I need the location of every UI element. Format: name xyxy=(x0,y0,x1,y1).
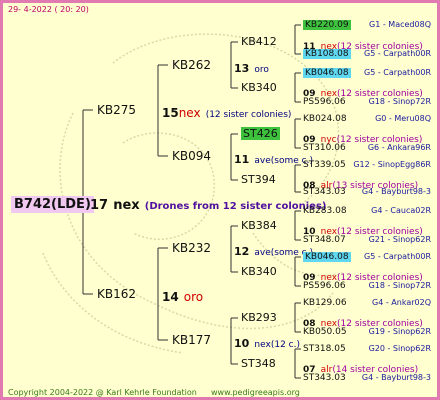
gen5-origin: G4 - Bayburt98-3 xyxy=(361,373,431,382)
gen2-info: 15nex (12 sister colonies) xyxy=(162,104,291,120)
gen4-name[interactable]: ST394 xyxy=(241,174,276,185)
gen2-gen: nex xyxy=(178,106,201,120)
gen2-note: (12 sister colonies) xyxy=(205,110,292,120)
gen5-name-highlight: KB220.09 xyxy=(303,20,351,30)
gen5-origin: G5 - Carpath00R xyxy=(364,49,431,58)
gen2-count: 15 xyxy=(162,106,179,120)
gen3-gen: ave xyxy=(254,248,271,258)
gen5-origin: G0 - Meru08Q xyxy=(375,114,431,123)
gen4-name[interactable]: KB340 xyxy=(241,266,277,277)
report-date: 29- 4-2022 ( 20: 20) xyxy=(8,5,89,14)
gen4-name[interactable]: ST426 xyxy=(241,127,280,140)
gen5-origin: G5 - Carpath00R xyxy=(364,252,431,261)
gen3-gen: nex xyxy=(254,340,271,350)
gen3-note: (12 c.) xyxy=(270,340,300,350)
website-link[interactable]: www.pedigreeapis.org xyxy=(211,389,300,397)
gen2-name[interactable]: KB275 xyxy=(97,104,136,116)
gen5-name[interactable]: KB283.08 xyxy=(303,207,347,216)
gen5-name[interactable]: ST348.07 xyxy=(303,236,346,245)
gen5-origin: G18 - Sinop72R xyxy=(368,281,431,290)
gen5-name-highlight: KB108.08 xyxy=(303,49,351,59)
pedigree-frame: 29- 4-2022 ( 20: 20) Copyright 2004-2022… xyxy=(0,0,440,400)
gen3-name[interactable]: KB094 xyxy=(172,150,211,162)
copyright-text: Copyright 2004-2022 @ Karl Kehrle Founda… xyxy=(8,388,197,397)
root-info: 17 nex (Drones from 12 sister colonies) xyxy=(90,196,326,212)
gen5-origin: G5 - Carpath00R xyxy=(364,68,431,77)
gen4-name[interactable]: KB412 xyxy=(241,36,277,47)
gen5-name[interactable]: ST339.05 xyxy=(303,161,346,170)
gen5-name[interactable]: KB220.09 xyxy=(303,20,351,30)
gen5-name[interactable]: KB024.08 xyxy=(303,115,347,124)
gen5-name-highlight: KB046.08 xyxy=(303,68,351,78)
gen3-info: 13 oro xyxy=(234,59,269,75)
gen5-name[interactable]: ST343.03 xyxy=(303,374,346,383)
gen2-count: 14 xyxy=(162,290,179,304)
gen3-count: 12 xyxy=(234,245,250,258)
gen3-name[interactable]: KB177 xyxy=(172,334,211,346)
gen5-name[interactable]: PS596.06 xyxy=(303,98,346,107)
gen2-gen: oro xyxy=(183,290,204,304)
gen3-info: 12 ave(some c.) xyxy=(234,242,313,258)
gen4-name[interactable]: KB340 xyxy=(241,82,277,93)
gen3-count: 11 xyxy=(234,153,250,166)
root-name: B742(LDE) xyxy=(11,196,94,213)
gen5-name[interactable]: ST318.05 xyxy=(303,345,346,354)
gen5-name[interactable]: ST343.03 xyxy=(303,188,346,197)
root-queen[interactable]: B742(LDE) xyxy=(11,195,94,213)
gen5-origin: G4 - Ankar02Q xyxy=(372,298,431,307)
gen5-name[interactable]: ST310.06 xyxy=(303,144,346,153)
gen5-origin: G19 - Sinop62R xyxy=(368,327,431,336)
gen5-name-highlight: KB046.08 xyxy=(303,252,351,262)
gen5-name[interactable]: KB050.05 xyxy=(303,328,347,337)
gen3-gen: oro xyxy=(254,65,269,75)
gen3-name[interactable]: KB232 xyxy=(172,242,211,254)
gen5-origin: G4 - Cauca02R xyxy=(371,206,431,215)
gen5-name[interactable]: KB046.08 xyxy=(303,68,351,78)
gen3-count: 13 xyxy=(234,62,250,75)
gen5-origin: G12 - SinopEgg86R xyxy=(353,160,431,169)
gen3-count: 10 xyxy=(234,337,250,350)
gen3-info: 10 nex(12 c.) xyxy=(234,334,300,350)
gen2-info: 14 oro xyxy=(162,288,203,304)
gen5-origin: G18 - Sinop72R xyxy=(368,97,431,106)
gen3-name[interactable]: KB262 xyxy=(172,59,211,71)
gen5-name[interactable]: KB129.06 xyxy=(303,299,347,308)
gen5-origin: G21 - Sinop62R xyxy=(368,235,431,244)
gen5-name[interactable]: PS596.06 xyxy=(303,282,346,291)
gen5-origin: G20 - Sinop62R xyxy=(368,344,431,353)
gen5-origin: G6 - Ankara96R xyxy=(367,143,431,152)
gen4-name[interactable]: KB384 xyxy=(241,220,277,231)
gen5-origin: G1 - Maced08Q xyxy=(369,20,431,29)
root-count: 17 xyxy=(90,198,109,213)
root-note: (Drones from 12 sister colonies) xyxy=(144,201,327,212)
gen5-name[interactable]: KB108.08 xyxy=(303,49,351,59)
gen4-name[interactable]: ST348 xyxy=(241,358,276,369)
gen5-origin: G4 - Bayburt98-3 xyxy=(361,187,431,196)
gen3-gen: ave xyxy=(254,156,271,166)
gen2-name[interactable]: KB162 xyxy=(97,288,136,300)
root-gen: nex xyxy=(113,198,140,213)
gen4-name-highlight: ST426 xyxy=(241,127,280,140)
gen5-name[interactable]: KB046.08 xyxy=(303,252,351,262)
gen4-name[interactable]: KB293 xyxy=(241,312,277,323)
gen3-info: 11 ave(some c.) xyxy=(234,150,313,166)
